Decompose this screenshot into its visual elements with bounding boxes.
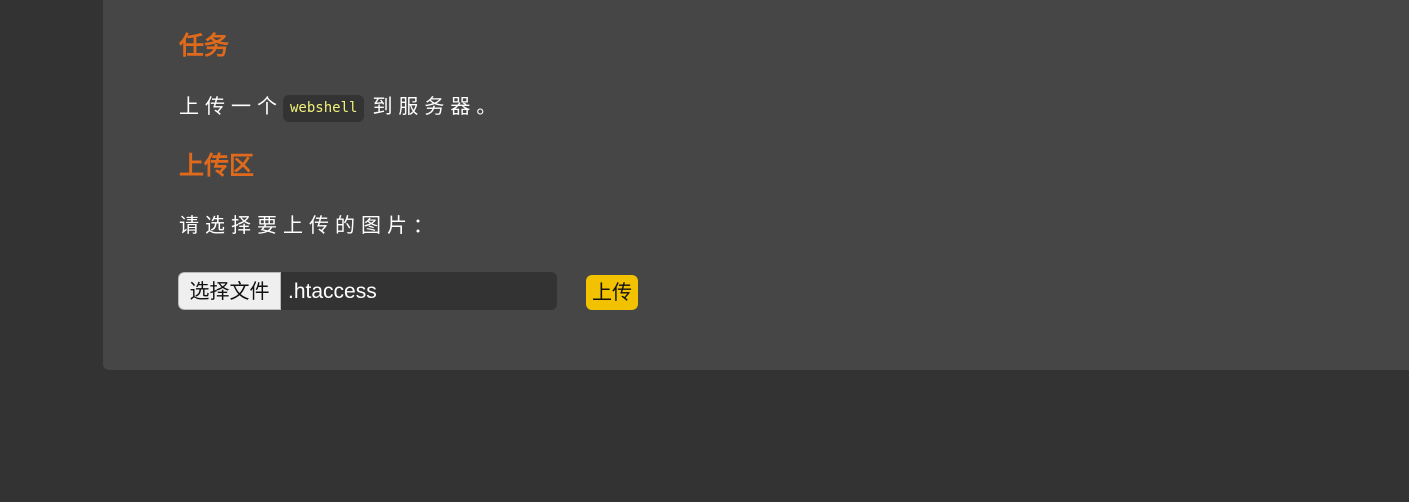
task-heading: 任务 bbox=[179, 31, 230, 60]
upload-prompt: 请选择要上传的图片： bbox=[179, 213, 439, 237]
webshell-code: webshell bbox=[283, 95, 365, 122]
choose-file-button[interactable]: 选择文件 bbox=[178, 272, 281, 310]
task-description: 上传一个 webshell 到服务器。 bbox=[179, 92, 502, 122]
task-text-after-code: 到服务器。 bbox=[372, 94, 503, 118]
content-card bbox=[103, 0, 1409, 370]
selected-file-name: .htaccess bbox=[288, 280, 377, 303]
task-text-before-code: 上传一个 bbox=[179, 94, 283, 118]
upload-heading: 上传区 bbox=[179, 151, 255, 180]
upload-button[interactable]: 上传 bbox=[586, 275, 638, 310]
file-input[interactable]: 选择文件 .htaccess bbox=[178, 272, 557, 310]
